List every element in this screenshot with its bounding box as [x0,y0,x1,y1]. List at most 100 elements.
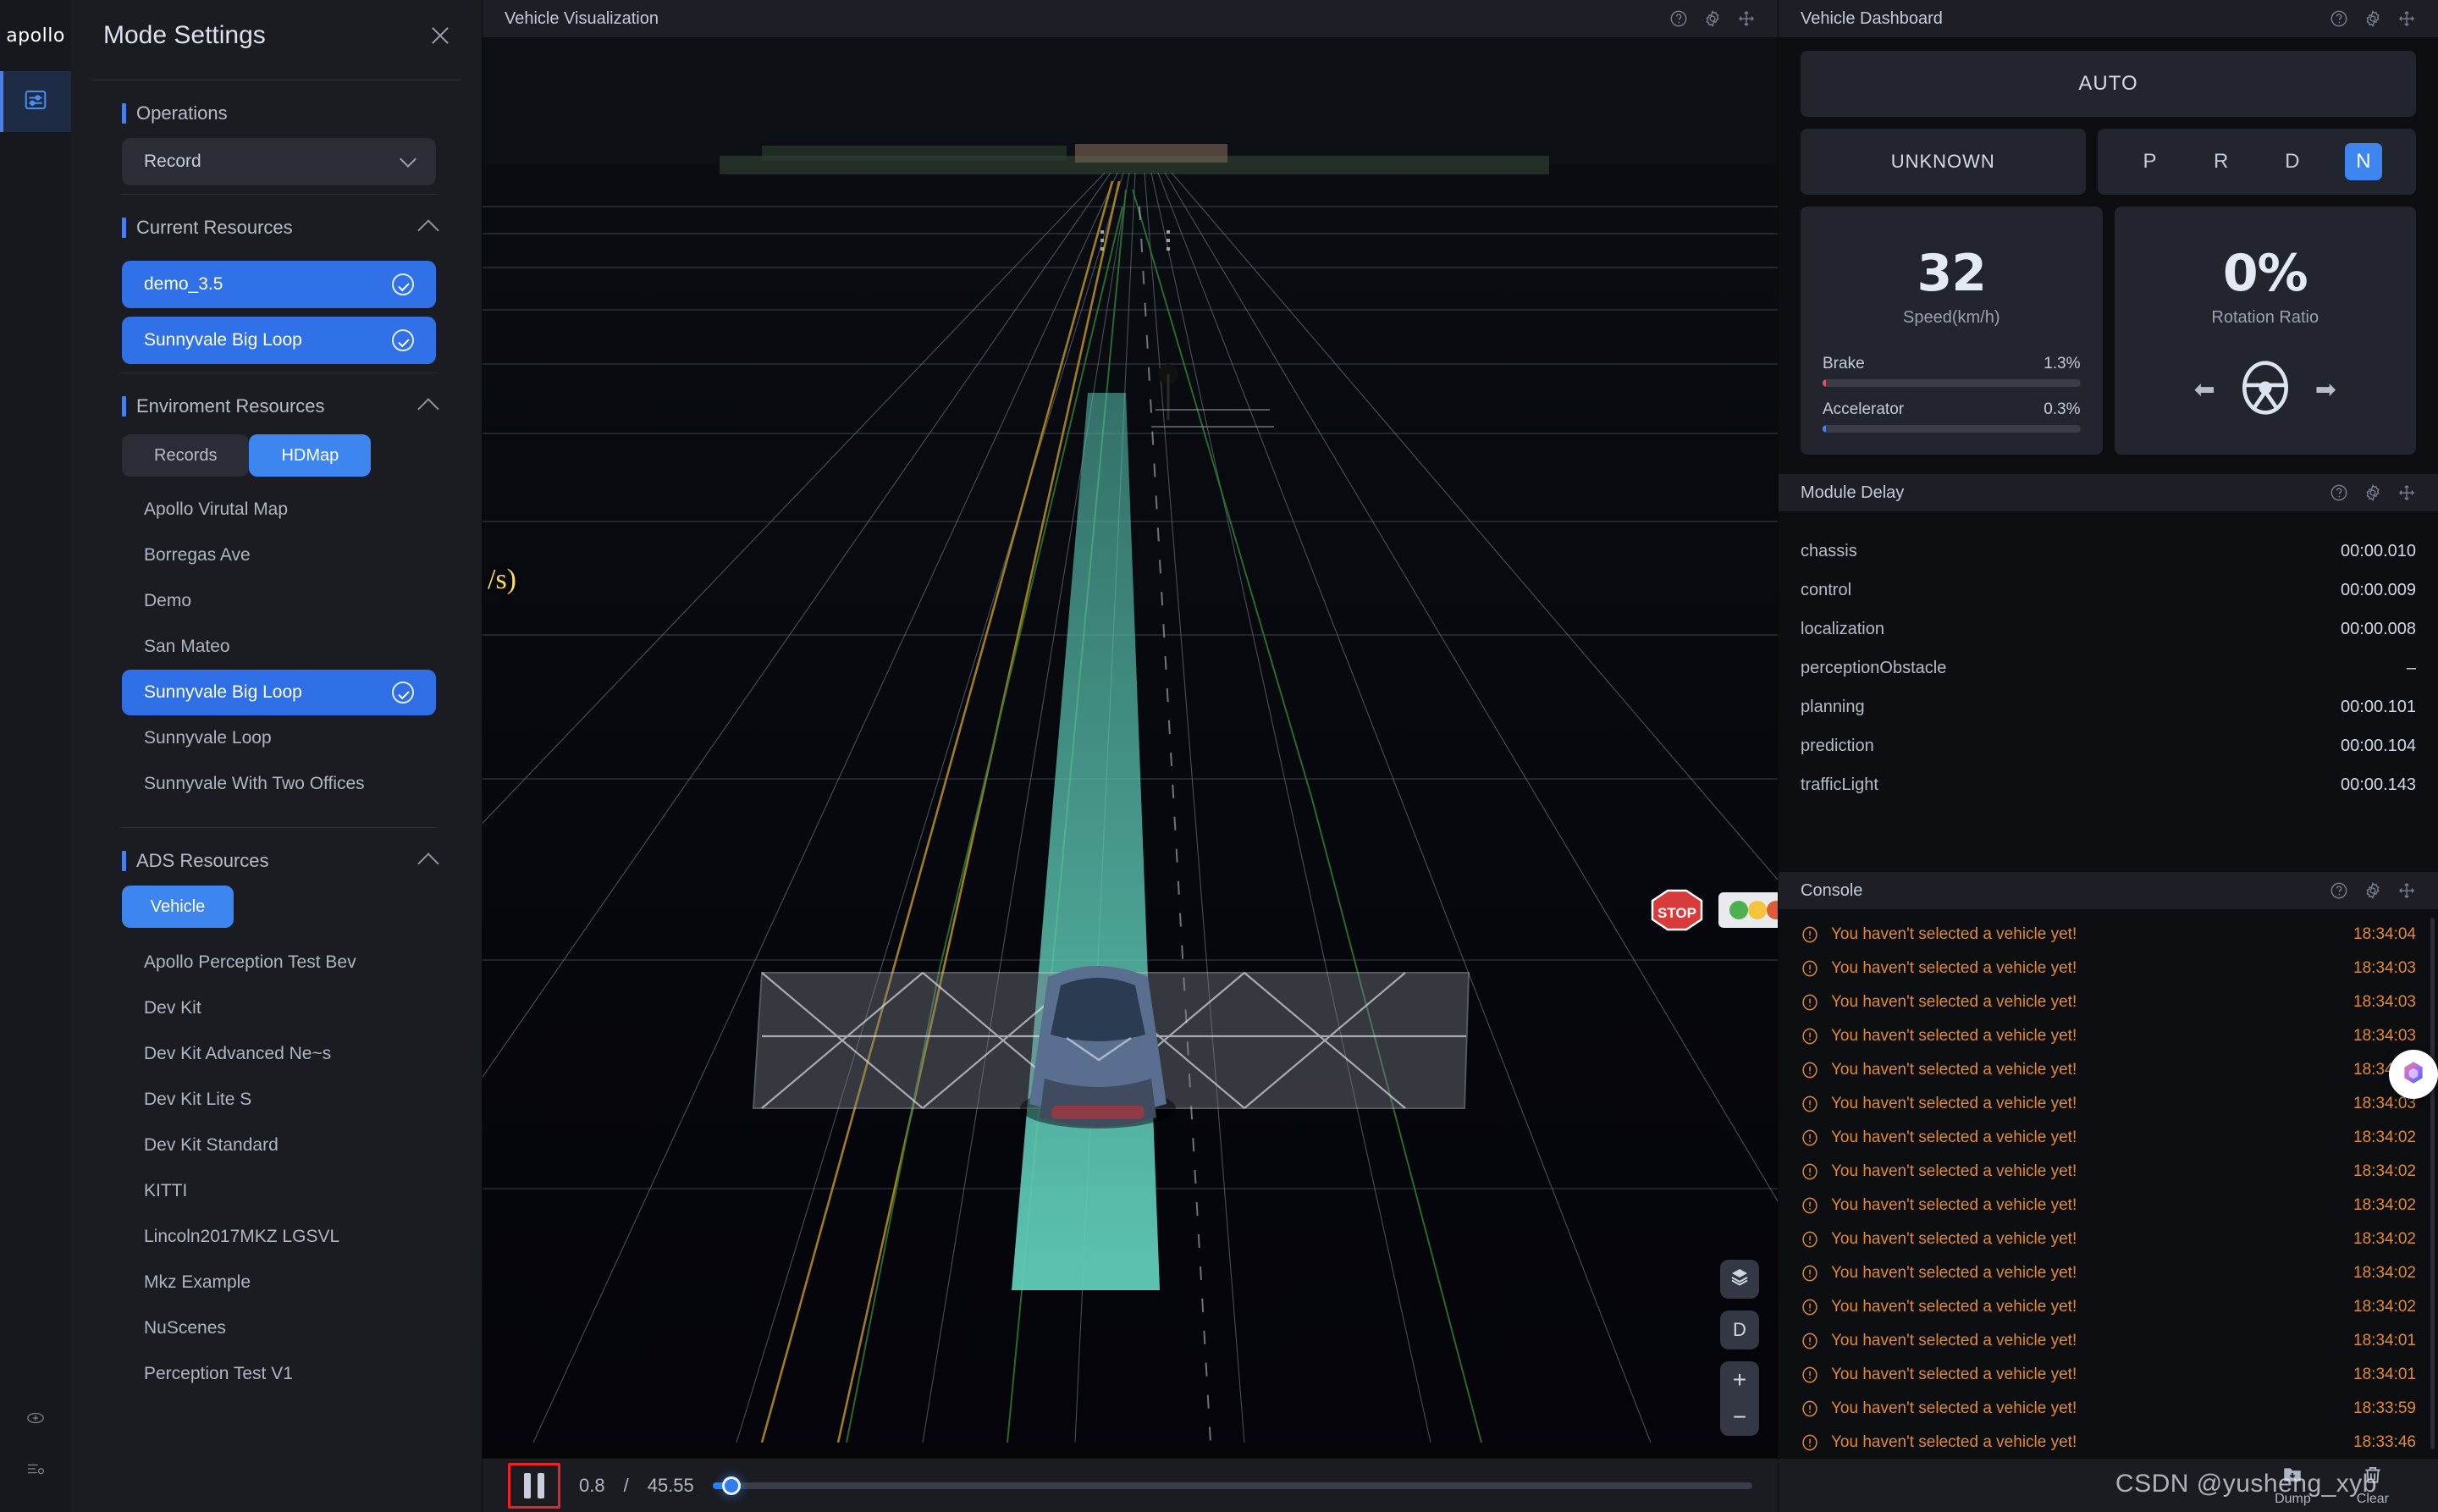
warning-icon [1801,1264,1819,1283]
view-mode-button[interactable]: D [1720,1311,1759,1349]
rail-item-mode-settings[interactable] [0,71,71,132]
list-item[interactable]: Dev Kit Advanced Ne~s [122,1031,436,1077]
help-icon[interactable] [2330,881,2348,900]
mode-settings-title: Mode Settings [103,21,266,50]
playback-bar: 0.8 / 45.55 [483,1458,1778,1512]
expand-icon[interactable] [2397,881,2416,900]
gear-r[interactable]: R [2203,143,2240,180]
profile-settings-icon[interactable] [26,1460,45,1478]
warning-icon [1801,959,1819,978]
help-icon[interactable] [1669,9,1688,28]
list-item[interactable]: Dev Kit Standard [122,1123,436,1168]
console-scrollbar[interactable] [2430,918,2435,1449]
list-item[interactable]: Demo [122,578,436,624]
current-resource-item[interactable]: demo_3.5 [122,261,436,308]
steer-left-arrow-icon[interactable]: ⬅ [2194,375,2215,405]
list-item[interactable]: Dev Kit Lite S [122,1077,436,1123]
playback-seek-handle[interactable] [722,1476,741,1495]
module-delay-row: trafficLight00:00.143 [1801,765,2416,804]
list-item[interactable]: Apollo Perception Test Bev [122,940,436,985]
console-log-message: You haven't selected a vehicle yet! [1831,1332,2341,1350]
dump-button[interactable]: Dump [2275,1464,2311,1507]
assistant-bubble[interactable] [2389,1050,2438,1099]
expand-icon[interactable] [2397,483,2416,502]
tab-hdmap[interactable]: HDMap [249,434,371,477]
warning-icon [1801,1162,1819,1181]
brake-meter: Brake 1.3% [1823,355,2081,387]
list-item[interactable]: Perception Test V1 [122,1351,436,1397]
gear-icon[interactable] [2364,9,2382,28]
chevron-up-icon[interactable] [417,398,439,419]
module-delay-body: chassis00:00.010 control00:00.009 locali… [1779,511,2438,818]
list-item[interactable]: Lincoln2017MKZ LGSVL [122,1214,436,1260]
close-icon[interactable] [427,23,453,48]
expand-icon[interactable] [2397,9,2416,28]
tab-records[interactable]: Records [122,434,249,477]
warning-icon [1801,1298,1819,1316]
console-log-row: You haven't selected a vehicle yet!18:34… [1801,1053,2416,1087]
section-ads-resources-header[interactable]: ADS Resources [100,828,458,886]
list-item[interactable]: San Mateo [122,624,436,670]
list-item[interactable]: NuScenes [122,1305,436,1351]
pause-button[interactable] [508,1463,560,1509]
list-item-selected[interactable]: Sunnyvale Big Loop [122,670,436,715]
list-item[interactable]: KITTI [122,1168,436,1214]
map-label: Sunnyvale Big Loop [144,682,302,703]
layers-button[interactable] [1720,1260,1759,1299]
drive-mode-button[interactable]: AUTO [1801,51,2416,117]
section-current-resources-header[interactable]: Current Resources [100,195,458,252]
check-circle-icon [392,329,414,351]
current-resource-item[interactable]: Sunnyvale Big Loop [122,317,436,364]
module-delay-row: planning00:00.101 [1801,687,2416,726]
environment-resource-tabs: Records HDMap [122,434,436,477]
gear-d[interactable]: D [2274,143,2311,180]
list-item[interactable]: Sunnyvale With Two Offices [122,761,436,807]
tab-vehicle[interactable]: Vehicle [122,886,234,928]
gear-icon[interactable] [1703,9,1722,28]
console-log-message: You haven't selected a vehicle yet! [1831,959,2341,978]
vehicle-label: Lincoln2017MKZ LGSVL [144,1227,339,1247]
gear-icon[interactable] [2364,483,2382,502]
module-delay-title: Module Delay [1801,483,1904,503]
warning-icon [1801,1027,1819,1046]
console-log-row: You haven't selected a vehicle yet!18:34… [1801,1155,2416,1189]
console-log-row: You haven't selected a vehicle yet!18:34… [1801,1324,2416,1358]
console-log-list[interactable]: You haven't selected a vehicle yet!18:34… [1779,909,2438,1458]
chevron-up-icon[interactable] [417,219,439,240]
zoom-out-button[interactable]: − [1720,1399,1759,1436]
dashboard-header-icons [2330,9,2416,28]
list-item[interactable]: Borregas Ave [122,533,436,578]
module-value: 00:00.008 [2341,620,2416,639]
zoom-in-button[interactable]: + [1720,1361,1759,1399]
help-icon[interactable] [2330,483,2348,502]
expand-icon[interactable] [1737,9,1756,28]
operations-select[interactable]: Record [122,138,436,185]
brake-bar-fill [1823,379,1826,387]
module-value: 00:00.101 [2341,698,2416,717]
console-log-row: You haven't selected a vehicle yet!18:34… [1801,918,2416,952]
help-icon[interactable] [2330,9,2348,28]
section-environment-resources-header[interactable]: Enviroment Resources [100,373,458,431]
console-log-time: 18:33:59 [2353,1399,2416,1418]
list-item[interactable]: Dev Kit [122,985,436,1031]
traffic-light-marker [1718,892,1778,928]
console-panel: Console You haven't selected a vehicle y… [1779,872,2438,1512]
module-value: 00:00.143 [2341,775,2416,795]
list-item[interactable]: Mkz Example [122,1260,436,1305]
list-item[interactable]: Sunnyvale Loop [122,715,436,761]
gear-p[interactable]: P [2132,143,2169,180]
playback-seek-bar[interactable] [713,1482,1752,1489]
steer-right-arrow-icon[interactable]: ➡ [2315,375,2336,405]
console-log-message: You haven't selected a vehicle yet! [1831,1027,2341,1046]
add-panel-icon[interactable] [26,1409,45,1427]
vehicle-visualization-viewport[interactable]: STOP [483,37,1778,1458]
module-name: control [1801,581,1851,600]
console-header-icons [2330,881,2416,900]
status-row: UNKNOWN P R D N [1801,129,2416,195]
chevron-up-icon[interactable] [417,853,439,874]
gear-n[interactable]: N [2345,143,2382,180]
gear-icon[interactable] [2364,881,2382,900]
clear-button[interactable]: Clear [2357,1464,2389,1507]
list-item[interactable]: Apollo Virutal Map [122,487,436,533]
warning-icon [1801,1095,1819,1113]
